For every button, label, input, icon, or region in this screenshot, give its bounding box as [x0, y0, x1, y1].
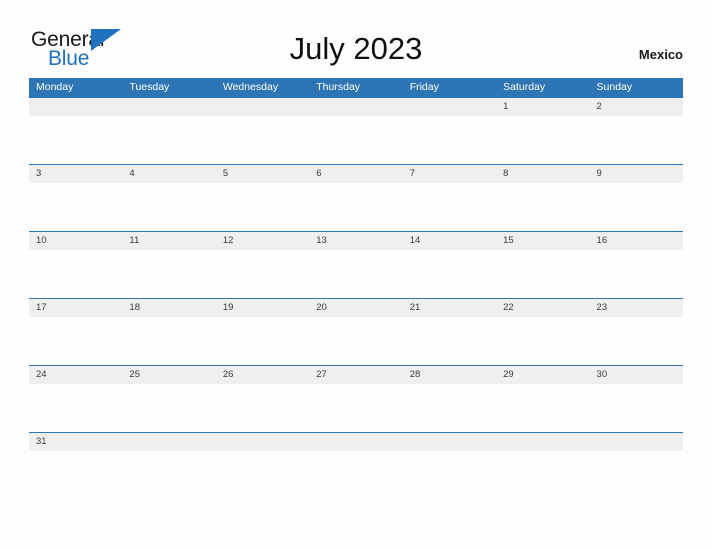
- day-cell[interactable]: 22: [496, 299, 589, 317]
- week-row: 10 11 12 13 14 15 16: [29, 231, 683, 299]
- page-header: General Blue July 2023 Mexico: [0, 0, 712, 78]
- week-note-area[interactable]: [29, 317, 683, 366]
- day-cell[interactable]: 29: [496, 366, 589, 384]
- day-cell[interactable]: 25: [122, 366, 215, 384]
- day-cell[interactable]: [216, 98, 309, 116]
- week-date-band: 3 4 5 6 7 8 9: [29, 165, 683, 183]
- day-cell[interactable]: 8: [496, 165, 589, 183]
- day-cell[interactable]: 3: [29, 165, 122, 183]
- week-date-band: 10 11 12 13 14 15 16: [29, 232, 683, 250]
- week-row: 3 4 5 6 7 8 9: [29, 164, 683, 232]
- week-row: 1 2: [29, 97, 683, 165]
- day-cell[interactable]: 21: [403, 299, 496, 317]
- day-cell[interactable]: 18: [122, 299, 215, 317]
- day-cell[interactable]: 4: [122, 165, 215, 183]
- day-cell[interactable]: 12: [216, 232, 309, 250]
- week-note-area[interactable]: [29, 250, 683, 299]
- day-cell[interactable]: 1: [496, 98, 589, 116]
- week-row: 17 18 19 20 21 22 23: [29, 298, 683, 366]
- monthly-calendar: Monday Tuesday Wednesday Thursday Friday…: [29, 78, 683, 454]
- day-cell[interactable]: 28: [403, 366, 496, 384]
- blue-triangle-flag-icon: [91, 29, 123, 53]
- day-cell[interactable]: 10: [29, 232, 122, 250]
- week-note-area[interactable]: [29, 384, 683, 433]
- day-cell[interactable]: [590, 433, 683, 451]
- day-cell[interactable]: 11: [122, 232, 215, 250]
- day-cell[interactable]: [122, 433, 215, 451]
- day-cell[interactable]: [29, 98, 122, 116]
- week-date-band: 31: [29, 433, 683, 451]
- logo-word-blue: Blue: [48, 47, 90, 70]
- day-cell[interactable]: 14: [403, 232, 496, 250]
- day-cell[interactable]: 13: [309, 232, 402, 250]
- day-cell[interactable]: [122, 98, 215, 116]
- weekday-tuesday: Tuesday: [129, 81, 170, 93]
- week-date-band: 24 25 26 27 28 29 30: [29, 366, 683, 384]
- day-cell[interactable]: [216, 433, 309, 451]
- day-cell[interactable]: [496, 433, 589, 451]
- weekday-sunday: Sunday: [596, 81, 633, 93]
- region-label: Mexico: [638, 47, 683, 62]
- week-date-band: 1 2: [29, 98, 683, 116]
- day-cell[interactable]: 17: [29, 299, 122, 317]
- weekday-monday: Monday: [36, 81, 74, 93]
- day-cell[interactable]: 20: [309, 299, 402, 317]
- weekday-saturday: Saturday: [503, 81, 546, 93]
- day-cell[interactable]: 6: [309, 165, 402, 183]
- day-cell[interactable]: 7: [403, 165, 496, 183]
- week-note-area[interactable]: [29, 183, 683, 232]
- day-cell[interactable]: [309, 433, 402, 451]
- day-cell[interactable]: 30: [590, 366, 683, 384]
- day-cell[interactable]: [309, 98, 402, 116]
- week-note-area[interactable]: [29, 116, 683, 165]
- day-cell[interactable]: 23: [590, 299, 683, 317]
- weekday-header-row: Monday Tuesday Wednesday Thursday Friday…: [29, 78, 683, 97]
- week-date-band: 17 18 19 20 21 22 23: [29, 299, 683, 317]
- weekday-friday: Friday: [409, 81, 439, 93]
- day-cell[interactable]: 24: [29, 366, 122, 384]
- day-cell[interactable]: 2: [590, 98, 683, 116]
- day-cell[interactable]: [403, 98, 496, 116]
- day-cell[interactable]: 9: [590, 165, 683, 183]
- day-cell[interactable]: 15: [496, 232, 589, 250]
- weekday-thursday: Thursday: [316, 81, 361, 93]
- day-cell[interactable]: 19: [216, 299, 309, 317]
- day-cell[interactable]: 27: [309, 366, 402, 384]
- week-row: 31: [29, 432, 683, 454]
- general-blue-logo[interactable]: General Blue: [31, 28, 151, 72]
- day-cell[interactable]: 16: [590, 232, 683, 250]
- day-cell[interactable]: [403, 433, 496, 451]
- week-row: 24 25 26 27 28 29 30: [29, 365, 683, 433]
- day-cell[interactable]: 5: [216, 165, 309, 183]
- page-title: July 2023: [289, 31, 423, 66]
- weekday-wednesday: Wednesday: [222, 81, 279, 93]
- day-cell[interactable]: 31: [29, 433, 122, 451]
- day-cell[interactable]: 26: [216, 366, 309, 384]
